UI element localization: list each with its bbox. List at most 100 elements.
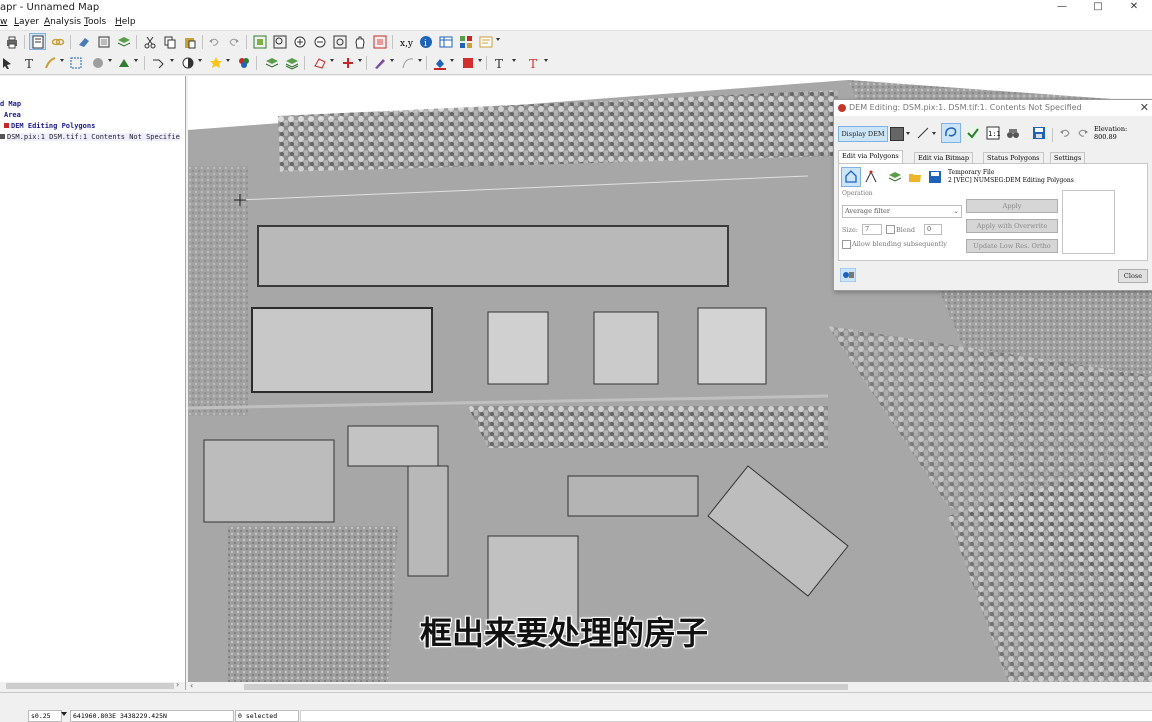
frame-icon[interactable] xyxy=(96,34,111,49)
tree-dsm-layer[interactable]: DSM.pix:1 DSM.tif:1 Contents Not Specifi… xyxy=(0,133,180,141)
allow-blending-label: Allow blending subsequently xyxy=(852,240,947,248)
circle-icon[interactable] xyxy=(180,55,195,70)
undo-icon[interactable] xyxy=(206,34,221,49)
star-icon[interactable] xyxy=(208,55,223,70)
temporary-file-info: Temporary File 2 [VEC] NUMSEG:DEM Editin… xyxy=(948,169,1074,184)
help-icon[interactable] xyxy=(839,267,857,285)
svg-text:x,y: x,y xyxy=(400,39,413,49)
maximize-icon[interactable]: □ xyxy=(1080,0,1116,16)
attribute-table-icon[interactable] xyxy=(438,34,453,49)
tree-map-node[interactable]: d Map xyxy=(0,100,21,108)
color-circles-icon[interactable] xyxy=(236,55,251,70)
polygon-select-icon[interactable] xyxy=(312,55,327,70)
blend-input[interactable]: 0 xyxy=(924,224,942,235)
arrow-icon[interactable] xyxy=(0,55,15,70)
lasso-tool-icon[interactable] xyxy=(941,123,961,143)
save-icon[interactable] xyxy=(1032,126,1046,143)
close-icon[interactable]: ✕ xyxy=(1116,0,1152,16)
fill-color-icon[interactable] xyxy=(432,55,447,70)
operation-select[interactable]: Average filter ⌄ xyxy=(842,205,962,218)
info-icon[interactable]: i xyxy=(418,34,433,49)
shape-icon[interactable] xyxy=(90,55,105,70)
edit-vertices-icon[interactable] xyxy=(864,170,878,187)
coordinate-xy-icon[interactable]: x,y xyxy=(398,34,413,49)
draw-polygon-icon[interactable] xyxy=(841,167,861,187)
pan-hand-icon[interactable] xyxy=(352,34,367,49)
tab-edit-via-polygons[interactable]: Edit via Polygons xyxy=(838,150,903,164)
text-style-icon[interactable]: T xyxy=(492,55,507,70)
open-folder-icon[interactable] xyxy=(908,170,922,187)
zoom-in-icon[interactable] xyxy=(292,34,307,49)
chevron-down-icon: ⌄ xyxy=(953,207,959,215)
text-color-icon[interactable]: T xyxy=(526,55,541,70)
window-title: apr - Unnamed Map xyxy=(0,2,100,13)
plus-icon[interactable] xyxy=(340,55,355,70)
menu-help[interactable]: Help xyxy=(115,17,136,27)
legend-icon[interactable] xyxy=(478,34,493,49)
zoom-out-icon[interactable] xyxy=(312,34,327,49)
copy-icon[interactable] xyxy=(162,34,177,49)
paint-icon[interactable] xyxy=(42,55,57,70)
stack-icon[interactable] xyxy=(264,55,279,70)
menu-view[interactable]: w xyxy=(0,17,7,27)
dialog-redo-icon[interactable] xyxy=(1076,126,1090,143)
apply-button[interactable]: Apply xyxy=(966,199,1058,213)
eraser-icon[interactable] xyxy=(76,34,91,49)
select-grid-icon[interactable] xyxy=(68,55,83,70)
menu-analysis[interactable]: Analysis xyxy=(44,17,81,27)
coordinates-field: 641960.803E 3438229.425N xyxy=(70,710,234,722)
tree-area-node[interactable]: Area xyxy=(4,111,21,119)
allow-blending-checkbox[interactable] xyxy=(842,240,851,249)
dialog-undo-icon[interactable] xyxy=(1058,126,1072,143)
cut-icon[interactable] xyxy=(142,34,157,49)
line-tool-icon[interactable] xyxy=(916,126,930,143)
dialog-title-bar[interactable]: DEM Editing: DSM.pix:1. DSM.tif:1. Conte… xyxy=(834,100,1152,116)
redo-icon[interactable] xyxy=(226,34,241,49)
layer-panel: d Map Area DEM Editing Polygons DSM.pix:… xyxy=(0,76,186,690)
dialog-close-button[interactable]: Close xyxy=(1118,269,1148,283)
layer-panel-scrollbar[interactable]: › xyxy=(0,680,185,690)
menu-layer[interactable]: Layer xyxy=(14,17,39,27)
blend-checkbox[interactable] xyxy=(886,225,895,234)
dialog-title: DEM Editing: DSM.pix:1. DSM.tif:1. Conte… xyxy=(849,103,1082,112)
layers-icon[interactable] xyxy=(116,34,131,49)
zoom-box-icon[interactable] xyxy=(272,34,287,49)
text-tool-icon[interactable]: T xyxy=(22,55,37,70)
print-icon[interactable] xyxy=(4,34,19,49)
binoculars-icon[interactable] xyxy=(1006,126,1020,143)
selection-count: 0 selected xyxy=(235,710,299,722)
menu-tools[interactable]: Tools xyxy=(84,17,106,27)
zoom-layer-icon[interactable] xyxy=(372,34,387,49)
tree-dem-editing-polygons[interactable]: DEM Editing Polygons xyxy=(4,122,95,130)
scale-1-1-icon[interactable]: 1:1 xyxy=(986,126,1001,143)
stack-edit-icon[interactable] xyxy=(284,55,299,70)
minimize-icon[interactable]: — xyxy=(1044,0,1080,16)
layer-stack-icon[interactable] xyxy=(888,170,902,187)
elevation-readout: Elevation: 800.89 xyxy=(1094,125,1128,141)
update-low-res-ortho-button[interactable]: Update Low Res. Ortho xyxy=(966,239,1058,253)
map-horizontal-scrollbar[interactable]: ‹ xyxy=(188,681,1152,692)
north-arrow-icon[interactable] xyxy=(150,55,165,70)
size-label: Size: xyxy=(842,226,858,234)
zoom-full-icon[interactable] xyxy=(332,34,347,49)
accept-check-icon[interactable] xyxy=(966,126,980,143)
scale-dropdown-icon[interactable] xyxy=(61,712,67,716)
save-file-icon[interactable] xyxy=(928,170,942,187)
vertex-icon[interactable] xyxy=(116,55,131,70)
dem-color-swatch[interactable] xyxy=(890,127,904,141)
curve-icon[interactable] xyxy=(400,55,415,70)
display-dem-button[interactable]: Display DEM xyxy=(838,126,888,142)
apply-with-overwrite-button[interactable]: Apply with Overwrite xyxy=(966,219,1058,233)
size-input[interactable]: 7 xyxy=(862,224,882,235)
dialog-close-icon[interactable]: ✕ xyxy=(1140,101,1149,114)
paste-icon[interactable] xyxy=(182,34,197,49)
red-square-icon[interactable] xyxy=(460,55,475,70)
polygon-list[interactable] xyxy=(1062,190,1115,254)
grid-icon[interactable] xyxy=(458,34,473,49)
zoom-extent-icon[interactable] xyxy=(252,34,267,49)
drawing-toolbar: T T T xyxy=(0,52,1152,75)
page-setup-icon[interactable] xyxy=(29,33,46,50)
swatch-dropdown-icon[interactable] xyxy=(906,132,910,135)
link-icon[interactable] xyxy=(50,34,65,49)
pen-icon[interactable] xyxy=(372,55,387,70)
